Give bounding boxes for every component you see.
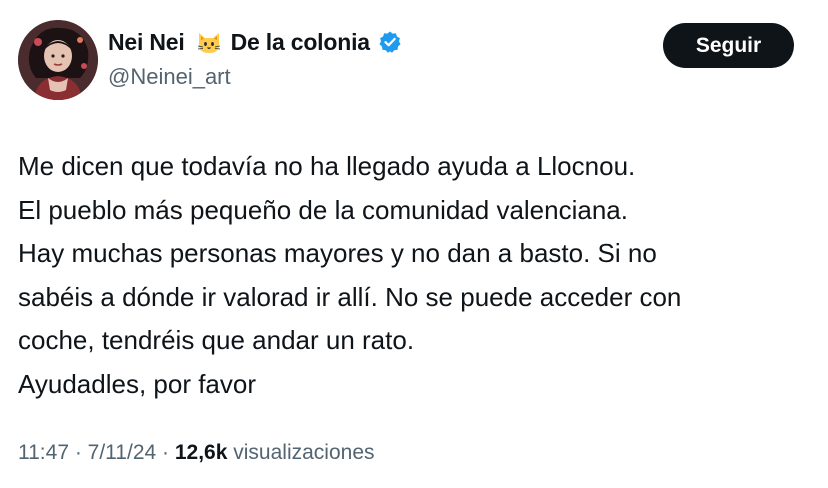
avatar-illustration (18, 20, 98, 100)
author-name-row[interactable]: Nei Nei De la colonia (108, 28, 402, 56)
tweet-text: Me dicen que todavía no ha llegado ayuda… (18, 145, 818, 406)
tweet-metadata: 11:47 · 7/11/24 · 12,6k visualizaciones (18, 441, 375, 465)
follow-button[interactable]: Seguir (663, 23, 794, 68)
tweet-text-line: Me dicen que todavía no ha llegado ayuda… (18, 151, 636, 181)
author-handle[interactable]: @Neinei_art (108, 64, 231, 90)
cat-face-icon (195, 28, 223, 56)
meta-separator: · (69, 441, 88, 464)
tweet-text-line: coche, tendréis que andar un rato. (18, 325, 415, 355)
avatar[interactable] (18, 20, 98, 100)
display-name[interactable]: Nei Nei (108, 29, 185, 56)
tweet-text-line: sabéis a dónde ir valorad ir allí. No se… (18, 281, 682, 312)
views-label[interactable]: visualizaciones (233, 441, 374, 464)
tweet-card: Nei Nei De la colonia @Neinei_art Seguir… (0, 0, 828, 488)
verified-badge-icon[interactable] (378, 30, 402, 54)
tweet-text-line: Ayudadles, por favor (18, 368, 256, 399)
display-name-suffix[interactable]: De la colonia (231, 29, 370, 56)
tweet-date[interactable]: 7/11/24 (88, 441, 157, 464)
tweet-text-line: Hay muchas personas mayores y no dan a b… (18, 238, 657, 268)
views-count[interactable]: 12,6k (175, 441, 228, 464)
tweet-text-line: El pueblo más pequeño de la comunidad va… (18, 194, 628, 225)
tweet-time[interactable]: 11:47 (18, 441, 69, 464)
meta-separator: · (156, 441, 175, 464)
